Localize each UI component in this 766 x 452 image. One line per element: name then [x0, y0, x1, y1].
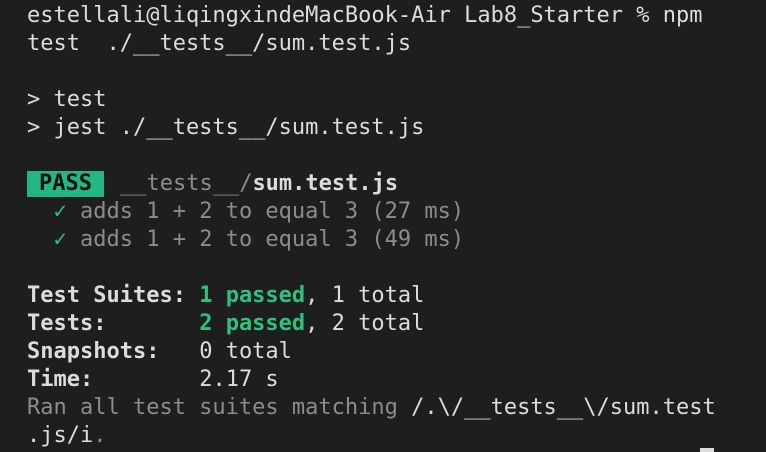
command-text-1: estellali@liqingxindeMacBook-Air Lab8_St… [27, 3, 703, 28]
suites-total: , 1 total [305, 283, 425, 308]
script-command: > jest ./__tests__/sum.test.js [27, 115, 425, 140]
test-case-row: ✓ adds 1 + 2 to equal 3 (49 ms) [27, 226, 762, 254]
suites-label: Test Suites: [27, 283, 186, 308]
summary-suites: Test Suites: 1 passed, 1 total [27, 282, 762, 310]
test-file-result: PASS __tests__/sum.test.js [27, 170, 762, 198]
suites-passed: 1 passed [199, 283, 306, 308]
test-case-row: ✓ adds 1 + 2 to equal 3 (27 ms) [27, 198, 762, 226]
check-icon: ✓ [53, 199, 67, 224]
time-value: 2.17 s [199, 367, 279, 392]
terminal-window[interactable]: estellali@liqingxindeMacBook-Air Lab8_St… [0, 0, 766, 452]
test-file-name: sum.test.js [252, 171, 399, 196]
ran-line-1: Ran all test suites matching /.\/__tests… [27, 394, 762, 422]
command-line-2: test ./__tests__/sum.test.js [27, 30, 762, 58]
ran-prefix: Ran all test suites matching [27, 395, 412, 420]
pass-badge: PASS [27, 171, 104, 197]
test-dir: __tests__/ [119, 171, 253, 196]
script-name: > test [27, 87, 107, 112]
summary-snapshots: Snapshots: 0 total [27, 338, 762, 366]
tests-passed: 2 passed [199, 311, 306, 336]
command-text-2: test ./__tests__/sum.test.js [27, 31, 412, 56]
ran-line-2: .js/i. [27, 422, 762, 450]
terminal-cursor [700, 448, 714, 452]
command-line-1: estellali@liqingxindeMacBook-Air Lab8_St… [27, 2, 762, 30]
terminal-output: estellali@liqingxindeMacBook-Air Lab8_St… [27, 2, 762, 450]
summary-tests: Tests: 2 passed, 2 total [27, 310, 762, 338]
check-icon: ✓ [53, 227, 67, 252]
tests-label: Tests: [27, 311, 107, 336]
summary-time: Time: 2.17 s [27, 366, 762, 394]
ran-pattern-1: /.\/__tests__\/sum.test [411, 395, 716, 420]
time-label: Time: [27, 367, 94, 392]
script-command-line: > jest ./__tests__/sum.test.js [27, 114, 762, 142]
test-case-name: adds 1 + 2 to equal 3 (49 ms) [80, 227, 465, 252]
snapshots-label: Snapshots: [27, 339, 160, 364]
ran-pattern-2: .js/i [27, 423, 94, 448]
test-case-name: adds 1 + 2 to equal 3 (27 ms) [80, 199, 465, 224]
tests-total: , 2 total [305, 311, 425, 336]
snapshots-value: 0 total [199, 339, 292, 364]
script-name-line: > test [27, 86, 762, 114]
ran-suffix: . [93, 423, 107, 448]
